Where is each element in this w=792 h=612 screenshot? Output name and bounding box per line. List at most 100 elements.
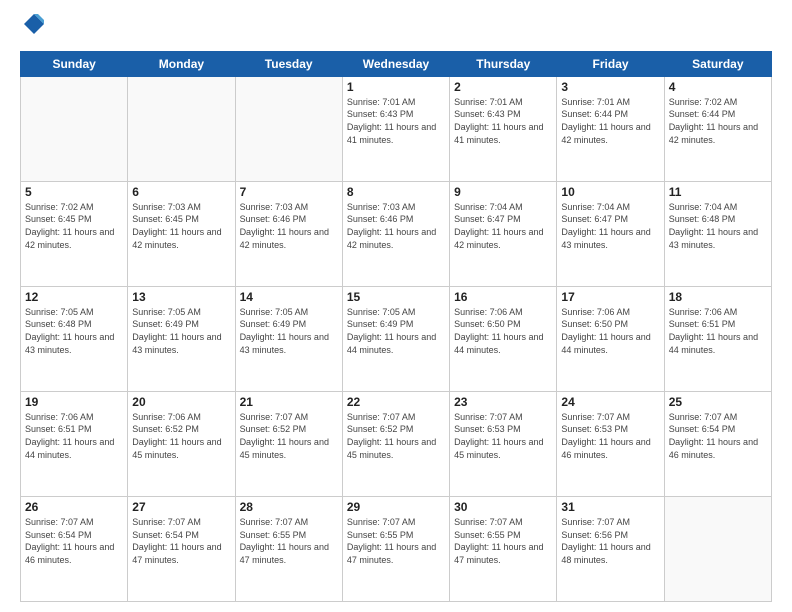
page: SundayMondayTuesdayWednesdayThursdayFrid… [0, 0, 792, 612]
day-cell: 19Sunrise: 7:06 AM Sunset: 6:51 PM Dayli… [21, 391, 128, 496]
weekday-header-tuesday: Tuesday [235, 51, 342, 76]
day-cell: 15 Sunrise: 7:05 AM Sunset: 6:49 PM Dayli… [342, 286, 449, 391]
day-info: Sunrise: 7:03 AM Sunset: 6:45 PM Dayligh… [132, 201, 230, 251]
day-info: Sunrise: 7:07 AM Sunset: 6:54 PM Dayligh… [132, 516, 230, 566]
day-info: Sunrise: 7:07 AM Sunset: 6:52 PM Dayligh… [347, 411, 445, 461]
day-cell: 29Sunrise: 7:07 AM Sunset: 6:55 PM Dayli… [342, 496, 449, 601]
day-number: 22 [347, 395, 445, 409]
day-cell: 17 Sunrise: 7:06 AM Sunset: 6:50 PM Dayli… [557, 286, 664, 391]
day-cell: 27 Sunrise: 7:07 AM Sunset: 6:54 PM Dayli… [128, 496, 235, 601]
weekday-header-wednesday: Wednesday [342, 51, 449, 76]
day-number: 1 [347, 80, 445, 94]
week-row-4: 19Sunrise: 7:06 AM Sunset: 6:51 PM Dayli… [21, 391, 772, 496]
day-number: 7 [240, 185, 338, 199]
day-info: Sunrise: 7:06 AM Sunset: 6:50 PM Dayligh… [454, 306, 552, 356]
day-number: 31 [561, 500, 659, 514]
day-info: Sunrise: 7:01 AM Sunset: 6:43 PM Dayligh… [454, 96, 552, 146]
weekday-header-row: SundayMondayTuesdayWednesdayThursdayFrid… [21, 51, 772, 76]
day-number: 17 [561, 290, 659, 304]
day-cell [664, 496, 771, 601]
day-cell: 11 Sunrise: 7:04 AM Sunset: 6:48 PM Dayli… [664, 181, 771, 286]
day-cell: 16 Sunrise: 7:06 AM Sunset: 6:50 PM Dayli… [450, 286, 557, 391]
day-number: 28 [240, 500, 338, 514]
day-number: 3 [561, 80, 659, 94]
day-info: Sunrise: 7:05 AM Sunset: 6:48 PM Dayligh… [25, 306, 123, 356]
day-cell: 24 Sunrise: 7:07 AM Sunset: 6:53 PM Dayli… [557, 391, 664, 496]
day-number: 27 [132, 500, 230, 514]
day-cell: 25 Sunrise: 7:07 AM Sunset: 6:54 PM Dayli… [664, 391, 771, 496]
weekday-header-friday: Friday [557, 51, 664, 76]
day-info: Sunrise: 7:07 AM Sunset: 6:52 PM Dayligh… [240, 411, 338, 461]
day-number: 23 [454, 395, 552, 409]
day-number: 18 [669, 290, 767, 304]
day-info: Sunrise: 7:04 AM Sunset: 6:47 PM Dayligh… [561, 201, 659, 251]
day-info: Sunrise: 7:04 AM Sunset: 6:48 PM Dayligh… [669, 201, 767, 251]
day-info: Sunrise: 7:06 AM Sunset: 6:51 PM Dayligh… [25, 411, 123, 461]
day-cell: 3 Sunrise: 7:01 AM Sunset: 6:44 PM Daylig… [557, 76, 664, 181]
day-number: 6 [132, 185, 230, 199]
day-cell: 26 Sunrise: 7:07 AM Sunset: 6:54 PM Dayli… [21, 496, 128, 601]
day-number: 20 [132, 395, 230, 409]
day-cell: 2 Sunrise: 7:01 AM Sunset: 6:43 PM Daylig… [450, 76, 557, 181]
day-info: Sunrise: 7:05 AM Sunset: 6:49 PM Dayligh… [240, 306, 338, 356]
week-row-3: 12Sunrise: 7:05 AM Sunset: 6:48 PM Dayli… [21, 286, 772, 391]
week-row-1: 1 Sunrise: 7:01 AM Sunset: 6:43 PM Daylig… [21, 76, 772, 181]
day-info: Sunrise: 7:07 AM Sunset: 6:55 PM Dayligh… [240, 516, 338, 566]
day-cell: 1 Sunrise: 7:01 AM Sunset: 6:43 PM Daylig… [342, 76, 449, 181]
day-cell: 7 Sunrise: 7:03 AM Sunset: 6:46 PM Daylig… [235, 181, 342, 286]
day-info: Sunrise: 7:07 AM Sunset: 6:54 PM Dayligh… [669, 411, 767, 461]
day-info: Sunrise: 7:07 AM Sunset: 6:55 PM Dayligh… [347, 516, 445, 566]
logo [20, 16, 46, 41]
day-cell: 21 Sunrise: 7:07 AM Sunset: 6:52 PM Dayli… [235, 391, 342, 496]
calendar-table: SundayMondayTuesdayWednesdayThursdayFrid… [20, 51, 772, 602]
day-cell: 22 Sunrise: 7:07 AM Sunset: 6:52 PM Dayli… [342, 391, 449, 496]
day-number: 21 [240, 395, 338, 409]
day-cell: 9 Sunrise: 7:04 AM Sunset: 6:47 PM Daylig… [450, 181, 557, 286]
day-number: 26 [25, 500, 123, 514]
day-info: Sunrise: 7:04 AM Sunset: 6:47 PM Dayligh… [454, 201, 552, 251]
day-number: 4 [669, 80, 767, 94]
day-info: Sunrise: 7:06 AM Sunset: 6:50 PM Dayligh… [561, 306, 659, 356]
day-number: 11 [669, 185, 767, 199]
day-number: 5 [25, 185, 123, 199]
day-number: 9 [454, 185, 552, 199]
day-cell [128, 76, 235, 181]
day-info: Sunrise: 7:07 AM Sunset: 6:56 PM Dayligh… [561, 516, 659, 566]
day-number: 25 [669, 395, 767, 409]
day-number: 16 [454, 290, 552, 304]
day-cell: 6 Sunrise: 7:03 AM Sunset: 6:45 PM Daylig… [128, 181, 235, 286]
day-info: Sunrise: 7:02 AM Sunset: 6:45 PM Dayligh… [25, 201, 123, 251]
day-info: Sunrise: 7:07 AM Sunset: 6:55 PM Dayligh… [454, 516, 552, 566]
day-number: 24 [561, 395, 659, 409]
day-info: Sunrise: 7:02 AM Sunset: 6:44 PM Dayligh… [669, 96, 767, 146]
weekday-header-sunday: Sunday [21, 51, 128, 76]
day-info: Sunrise: 7:01 AM Sunset: 6:44 PM Dayligh… [561, 96, 659, 146]
day-cell: 10 Sunrise: 7:04 AM Sunset: 6:47 PM Dayli… [557, 181, 664, 286]
day-cell: 12Sunrise: 7:05 AM Sunset: 6:48 PM Dayli… [21, 286, 128, 391]
day-info: Sunrise: 7:03 AM Sunset: 6:46 PM Dayligh… [240, 201, 338, 251]
day-info: Sunrise: 7:05 AM Sunset: 6:49 PM Dayligh… [132, 306, 230, 356]
day-cell: 14 Sunrise: 7:05 AM Sunset: 6:49 PM Dayli… [235, 286, 342, 391]
day-cell: 13Sunrise: 7:05 AM Sunset: 6:49 PM Dayli… [128, 286, 235, 391]
day-info: Sunrise: 7:06 AM Sunset: 6:51 PM Dayligh… [669, 306, 767, 356]
day-number: 15 [347, 290, 445, 304]
day-info: Sunrise: 7:07 AM Sunset: 6:53 PM Dayligh… [454, 411, 552, 461]
day-number: 10 [561, 185, 659, 199]
day-info: Sunrise: 7:01 AM Sunset: 6:43 PM Dayligh… [347, 96, 445, 146]
day-info: Sunrise: 7:07 AM Sunset: 6:54 PM Dayligh… [25, 516, 123, 566]
day-number: 14 [240, 290, 338, 304]
day-cell [235, 76, 342, 181]
day-cell: 28 Sunrise: 7:07 AM Sunset: 6:55 PM Dayli… [235, 496, 342, 601]
day-cell: 8Sunrise: 7:03 AM Sunset: 6:46 PM Daylig… [342, 181, 449, 286]
day-info: Sunrise: 7:03 AM Sunset: 6:46 PM Dayligh… [347, 201, 445, 251]
day-cell: 18 Sunrise: 7:06 AM Sunset: 6:51 PM Dayli… [664, 286, 771, 391]
weekday-header-thursday: Thursday [450, 51, 557, 76]
day-info: Sunrise: 7:05 AM Sunset: 6:49 PM Dayligh… [347, 306, 445, 356]
day-number: 30 [454, 500, 552, 514]
day-info: Sunrise: 7:07 AM Sunset: 6:53 PM Dayligh… [561, 411, 659, 461]
week-row-5: 26 Sunrise: 7:07 AM Sunset: 6:54 PM Dayli… [21, 496, 772, 601]
weekday-header-saturday: Saturday [664, 51, 771, 76]
header [20, 16, 772, 41]
day-number: 2 [454, 80, 552, 94]
day-cell: 4 Sunrise: 7:02 AM Sunset: 6:44 PM Daylig… [664, 76, 771, 181]
